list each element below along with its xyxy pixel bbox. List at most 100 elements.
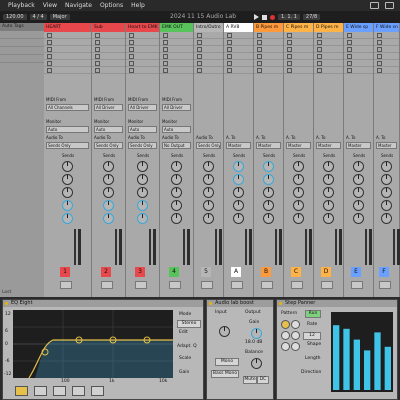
send-knob[interactable] bbox=[263, 161, 274, 172]
audio-to-select[interactable]: Sends Only bbox=[196, 142, 221, 149]
menu-view[interactable]: View bbox=[43, 2, 57, 9]
clip-stop-icon[interactable] bbox=[377, 40, 382, 45]
audio-to-select[interactable]: Sends Only bbox=[46, 142, 89, 149]
clip-stop-icon[interactable] bbox=[347, 33, 352, 38]
audio-to-select[interactable]: No Output bbox=[162, 142, 191, 149]
clip-stop-icon[interactable] bbox=[129, 47, 134, 52]
clip-stop-icon[interactable] bbox=[163, 54, 168, 59]
solo-button[interactable] bbox=[101, 281, 113, 289]
track-activator[interactable]: 2 bbox=[101, 267, 111, 277]
send-knob[interactable] bbox=[381, 161, 392, 172]
clip-stop-icon[interactable] bbox=[227, 40, 232, 45]
step-bar[interactable] bbox=[364, 350, 371, 390]
send-knob[interactable] bbox=[62, 213, 73, 224]
solo-button[interactable] bbox=[135, 281, 147, 289]
solo-button[interactable] bbox=[60, 281, 72, 289]
eq-band-5[interactable] bbox=[91, 386, 104, 396]
solo-button[interactable] bbox=[261, 281, 273, 289]
send-knob[interactable] bbox=[293, 213, 304, 224]
clip-slot[interactable] bbox=[224, 46, 253, 53]
clip-stop-icon[interactable] bbox=[257, 40, 262, 45]
track-header[interactable]: Intro/Outro bbox=[194, 23, 223, 32]
clip-stop-icon[interactable] bbox=[47, 40, 52, 45]
send-knob[interactable] bbox=[353, 187, 364, 198]
send-knob[interactable] bbox=[62, 187, 73, 198]
clip-stop-icon[interactable] bbox=[197, 68, 202, 73]
clip-slot[interactable] bbox=[284, 53, 313, 60]
clip-stop-icon[interactable] bbox=[95, 40, 100, 45]
volume-fader[interactable] bbox=[245, 229, 247, 265]
clip-slot[interactable] bbox=[194, 32, 223, 39]
clip-slot[interactable] bbox=[254, 46, 283, 53]
send-knob[interactable] bbox=[263, 200, 274, 211]
step-bar[interactable] bbox=[384, 346, 391, 390]
clip-slot[interactable] bbox=[126, 46, 159, 53]
send-knob[interactable] bbox=[323, 213, 334, 224]
clip-slot[interactable] bbox=[194, 67, 223, 74]
send-knob[interactable] bbox=[381, 187, 392, 198]
monitor-select[interactable]: Auto bbox=[128, 126, 157, 133]
clip-slot[interactable] bbox=[254, 60, 283, 67]
menu-help[interactable]: Help bbox=[131, 2, 145, 9]
send-knob[interactable] bbox=[62, 200, 73, 211]
clip-slot[interactable] bbox=[254, 39, 283, 46]
send-knob[interactable] bbox=[103, 161, 114, 172]
clip-slot[interactable] bbox=[224, 53, 253, 60]
volume-fader[interactable] bbox=[115, 229, 117, 265]
key-field[interactable]: Major bbox=[49, 14, 70, 20]
send-knob[interactable] bbox=[323, 161, 334, 172]
clip-slot[interactable] bbox=[92, 53, 125, 60]
clip-stop-icon[interactable] bbox=[47, 54, 52, 59]
clip-stop-icon[interactable] bbox=[163, 61, 168, 66]
send-knob[interactable] bbox=[171, 174, 182, 185]
clip-slot[interactable] bbox=[344, 46, 373, 53]
midi-from-select[interactable]: All Driver bbox=[128, 104, 157, 111]
clip-slot[interactable] bbox=[160, 53, 193, 60]
rate-value[interactable]: 12 bbox=[303, 332, 321, 340]
pattern-slot[interactable] bbox=[291, 342, 300, 351]
clip-stop-icon[interactable] bbox=[377, 47, 382, 52]
clip-slot[interactable] bbox=[44, 60, 91, 67]
clip-stop-icon[interactable] bbox=[197, 61, 202, 66]
volume-fader[interactable] bbox=[149, 229, 151, 265]
eq-graph[interactable] bbox=[13, 310, 173, 378]
clip-slot[interactable] bbox=[224, 32, 253, 39]
send-knob[interactable] bbox=[263, 187, 274, 198]
send-knob[interactable] bbox=[137, 200, 148, 211]
clip-stop-icon[interactable] bbox=[129, 54, 134, 59]
send-knob[interactable] bbox=[203, 187, 214, 198]
volume-fader[interactable] bbox=[74, 229, 76, 265]
clip-stop-icon[interactable] bbox=[257, 54, 262, 59]
clip-slot[interactable] bbox=[374, 46, 399, 53]
clip-stop-icon[interactable] bbox=[317, 33, 322, 38]
clip-stop-icon[interactable] bbox=[129, 40, 134, 45]
monitor-select[interactable]: Auto bbox=[94, 126, 123, 133]
audio-to-select[interactable]: Master bbox=[286, 142, 311, 149]
track-activator[interactable]: A bbox=[231, 267, 241, 277]
dc-button[interactable]: DC bbox=[257, 376, 269, 384]
clip-slot[interactable] bbox=[374, 32, 399, 39]
clip-stop-icon[interactable] bbox=[163, 33, 168, 38]
clip-stop-icon[interactable] bbox=[197, 33, 202, 38]
clip-slot[interactable] bbox=[314, 32, 343, 39]
send-knob[interactable] bbox=[233, 187, 244, 198]
clip-stop-icon[interactable] bbox=[347, 54, 352, 59]
clip-slot[interactable] bbox=[344, 60, 373, 67]
clip-stop-icon[interactable] bbox=[47, 33, 52, 38]
clip-stop-icon[interactable] bbox=[129, 68, 134, 73]
volume-fader[interactable] bbox=[335, 229, 337, 265]
mute-button[interactable]: Mute bbox=[243, 376, 257, 384]
send-knob[interactable] bbox=[62, 161, 73, 172]
clip-stop-icon[interactable] bbox=[95, 47, 100, 52]
clip-stop-icon[interactable] bbox=[317, 61, 322, 66]
clip-slot[interactable] bbox=[160, 39, 193, 46]
stop-icon[interactable] bbox=[262, 14, 267, 20]
clip-slot[interactable] bbox=[224, 39, 253, 46]
browser-row[interactable] bbox=[0, 31, 44, 39]
volume-fader[interactable] bbox=[365, 229, 367, 265]
send-knob[interactable] bbox=[381, 213, 392, 224]
pattern-slot[interactable] bbox=[281, 342, 290, 351]
clip-stop-icon[interactable] bbox=[347, 68, 352, 73]
audio-to-select[interactable]: Sends Only bbox=[94, 142, 123, 149]
clip-stop-icon[interactable] bbox=[317, 68, 322, 73]
